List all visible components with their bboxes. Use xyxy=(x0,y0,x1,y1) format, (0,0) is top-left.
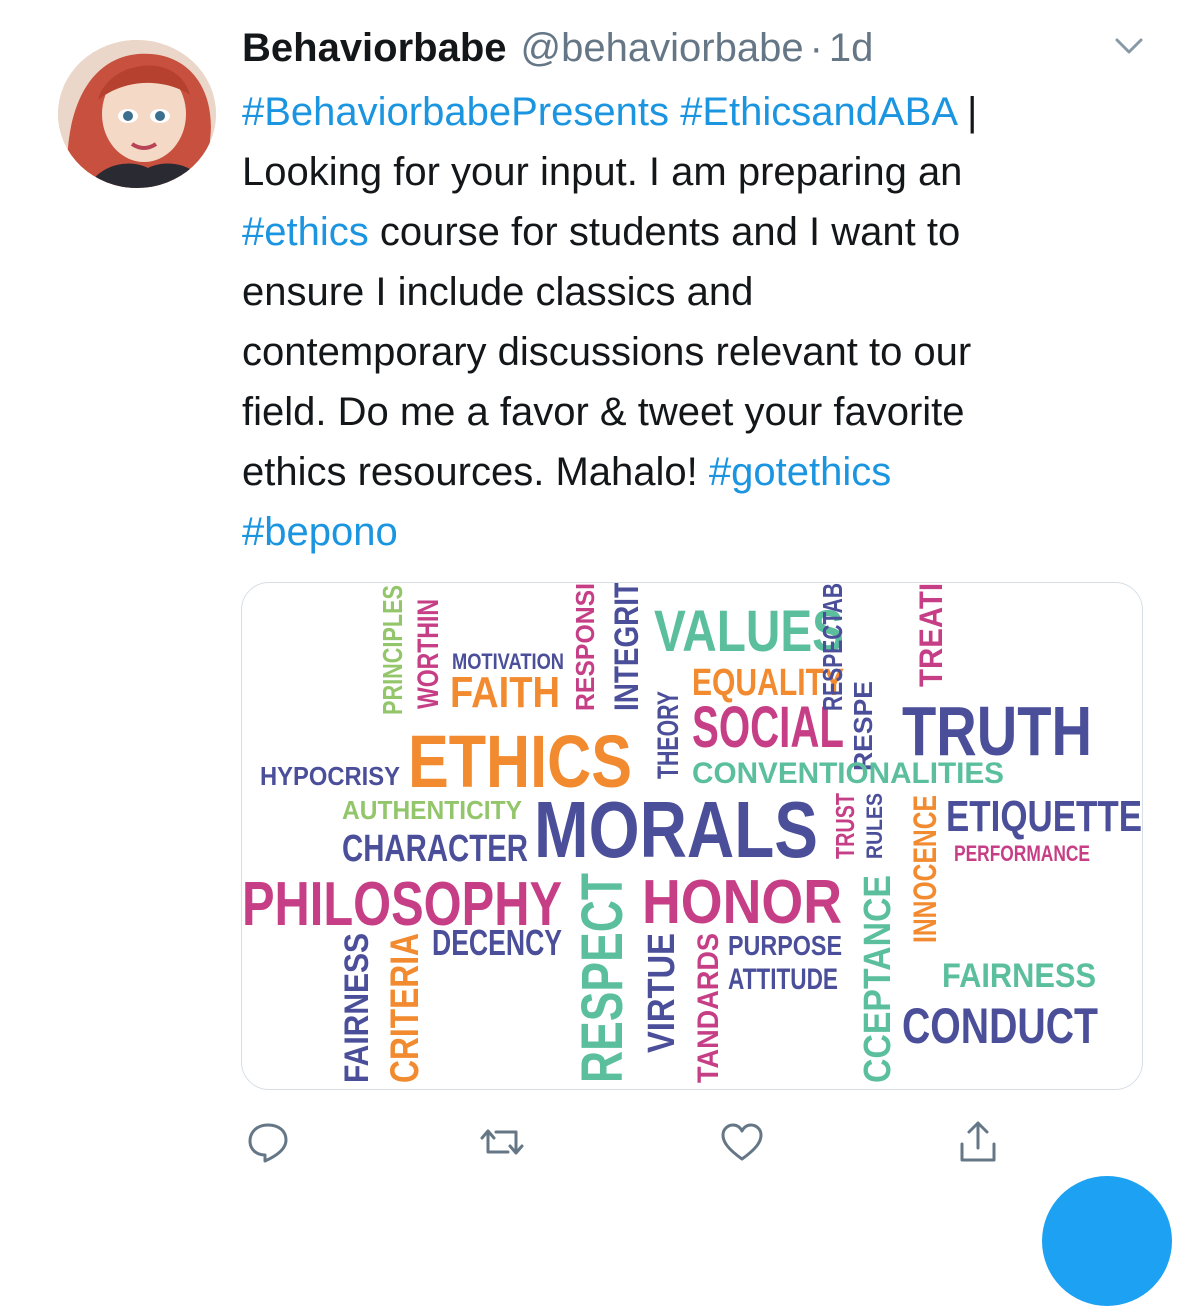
word-worthiness: WORTHIN xyxy=(412,599,445,709)
hashtag-link[interactable]: #gotethics xyxy=(709,450,891,494)
word-acceptance: CCEPTANCE xyxy=(857,875,899,1083)
author-handle[interactable]: @behaviorbabe xyxy=(521,26,804,71)
word-criteria: CRITERIA xyxy=(383,933,427,1083)
word-rules: RULES xyxy=(862,793,887,859)
tweet-text-line: field. Do me a favor & tweet your favori… xyxy=(242,382,1142,442)
tweet-text-segment: contemporary discussions relevant to our xyxy=(242,330,972,374)
word-performance: PERFORMANCE xyxy=(954,841,1090,866)
tweet-text-segment: ethics resources. Mahalo! xyxy=(242,450,709,494)
tweet-text-line: #bepono xyxy=(242,502,1142,562)
tweet-text-line: #BehaviorbabePresents #EthicsandABA | xyxy=(242,82,1142,142)
word-cloud: PRINCIPLES WORTHIN MOTIVATIONFAITH RESPONSI… xyxy=(242,583,1142,1083)
separator-dot: · xyxy=(809,25,823,70)
word-theory: THEORY xyxy=(652,691,685,779)
tweet-text-segment: course for students and I want to xyxy=(368,210,961,254)
word-trust: TRUST xyxy=(830,793,860,859)
tweet-text-segment: Looking for your input. I am preparing a… xyxy=(242,150,963,194)
timestamp[interactable]: 1d xyxy=(829,26,874,71)
word-fairness-h: FAIRNESS xyxy=(942,957,1096,995)
tweet-text-segment xyxy=(669,90,680,134)
word-morals: MORALS xyxy=(534,785,818,874)
word-integrity: INTEGRIT xyxy=(608,583,646,711)
chevron-down-icon[interactable] xyxy=(1113,34,1145,58)
heart-icon[interactable] xyxy=(718,1118,766,1166)
word-decency: DECENCY xyxy=(432,922,562,963)
tweet-text-line: ethics resources. Mahalo! #gotethics xyxy=(242,442,1142,502)
tweet-text-segment: ensure I include classics and xyxy=(242,270,754,314)
word-hypocrisy: HYPOCRISY xyxy=(260,761,400,791)
word-values: VALUES xyxy=(654,599,844,664)
tweet-text-segment: | xyxy=(955,90,978,134)
word-treatment: TREATI xyxy=(913,583,949,687)
word-respectable: RESPECTAB xyxy=(817,583,848,711)
tweet-text-line: contemporary discussions relevant to our xyxy=(242,322,1142,382)
compose-fab[interactable] xyxy=(1042,1176,1172,1306)
hashtag-link[interactable]: #ethics xyxy=(242,210,369,254)
tweet-text: #BehaviorbabePresents #EthicsandABA | Loo… xyxy=(242,82,1142,562)
word-attitude: ATTITUDE xyxy=(728,963,838,996)
tweet-text-line: Looking for your input. I am preparing a… xyxy=(242,142,1142,202)
share-icon[interactable] xyxy=(954,1118,1002,1166)
word-etiquette: ETIQUETTE xyxy=(946,792,1142,841)
author-name[interactable]: Behaviorbabe xyxy=(242,26,507,71)
tweet-actions xyxy=(0,1118,1200,1168)
word-responsibility: RESPONSI xyxy=(570,583,600,711)
tweet-text-segment: field. Do me a favor & tweet your favori… xyxy=(242,390,965,434)
word-honor: HONOR xyxy=(642,868,842,937)
word-authenticity: AUTHENTICITY xyxy=(342,795,522,825)
tweet-text-line: #ethics course for students and I want t… xyxy=(242,202,1142,262)
word-virtue: VIRTUE xyxy=(641,933,683,1053)
word-conduct: CONDUCT xyxy=(902,998,1098,1054)
word-purpose: PURPOSE xyxy=(728,930,842,961)
tweet-text-line: ensure I include classics and xyxy=(242,262,1142,322)
reply-icon[interactable] xyxy=(244,1118,292,1166)
word-faith: FAITH xyxy=(450,668,560,717)
hashtag-link[interactable]: #BehaviorbabePresents xyxy=(242,90,669,134)
word-character: CHARACTER xyxy=(342,828,528,870)
word-fairness-v: FAIRNESS xyxy=(338,933,376,1083)
hashtag-link[interactable]: #bepono xyxy=(242,510,398,554)
avatar[interactable] xyxy=(58,40,216,188)
word-innocence: INNOCENCE xyxy=(907,795,943,943)
avatar-illustration xyxy=(58,40,216,188)
word-principles: PRINCIPLES xyxy=(377,585,408,715)
word-respect: RESPECT xyxy=(570,873,635,1083)
tweet-media-image[interactable]: PRINCIPLES WORTHIN MOTIVATION FAITH RESPONSI… xyxy=(241,582,1143,1090)
word-standards: TANDARDS xyxy=(692,933,725,1083)
tweet-header: Behaviorbabe @behaviorbabe · 1d xyxy=(242,20,873,76)
hashtag-link[interactable]: #EthicsandABA xyxy=(680,90,956,134)
retweet-icon[interactable] xyxy=(478,1118,526,1166)
